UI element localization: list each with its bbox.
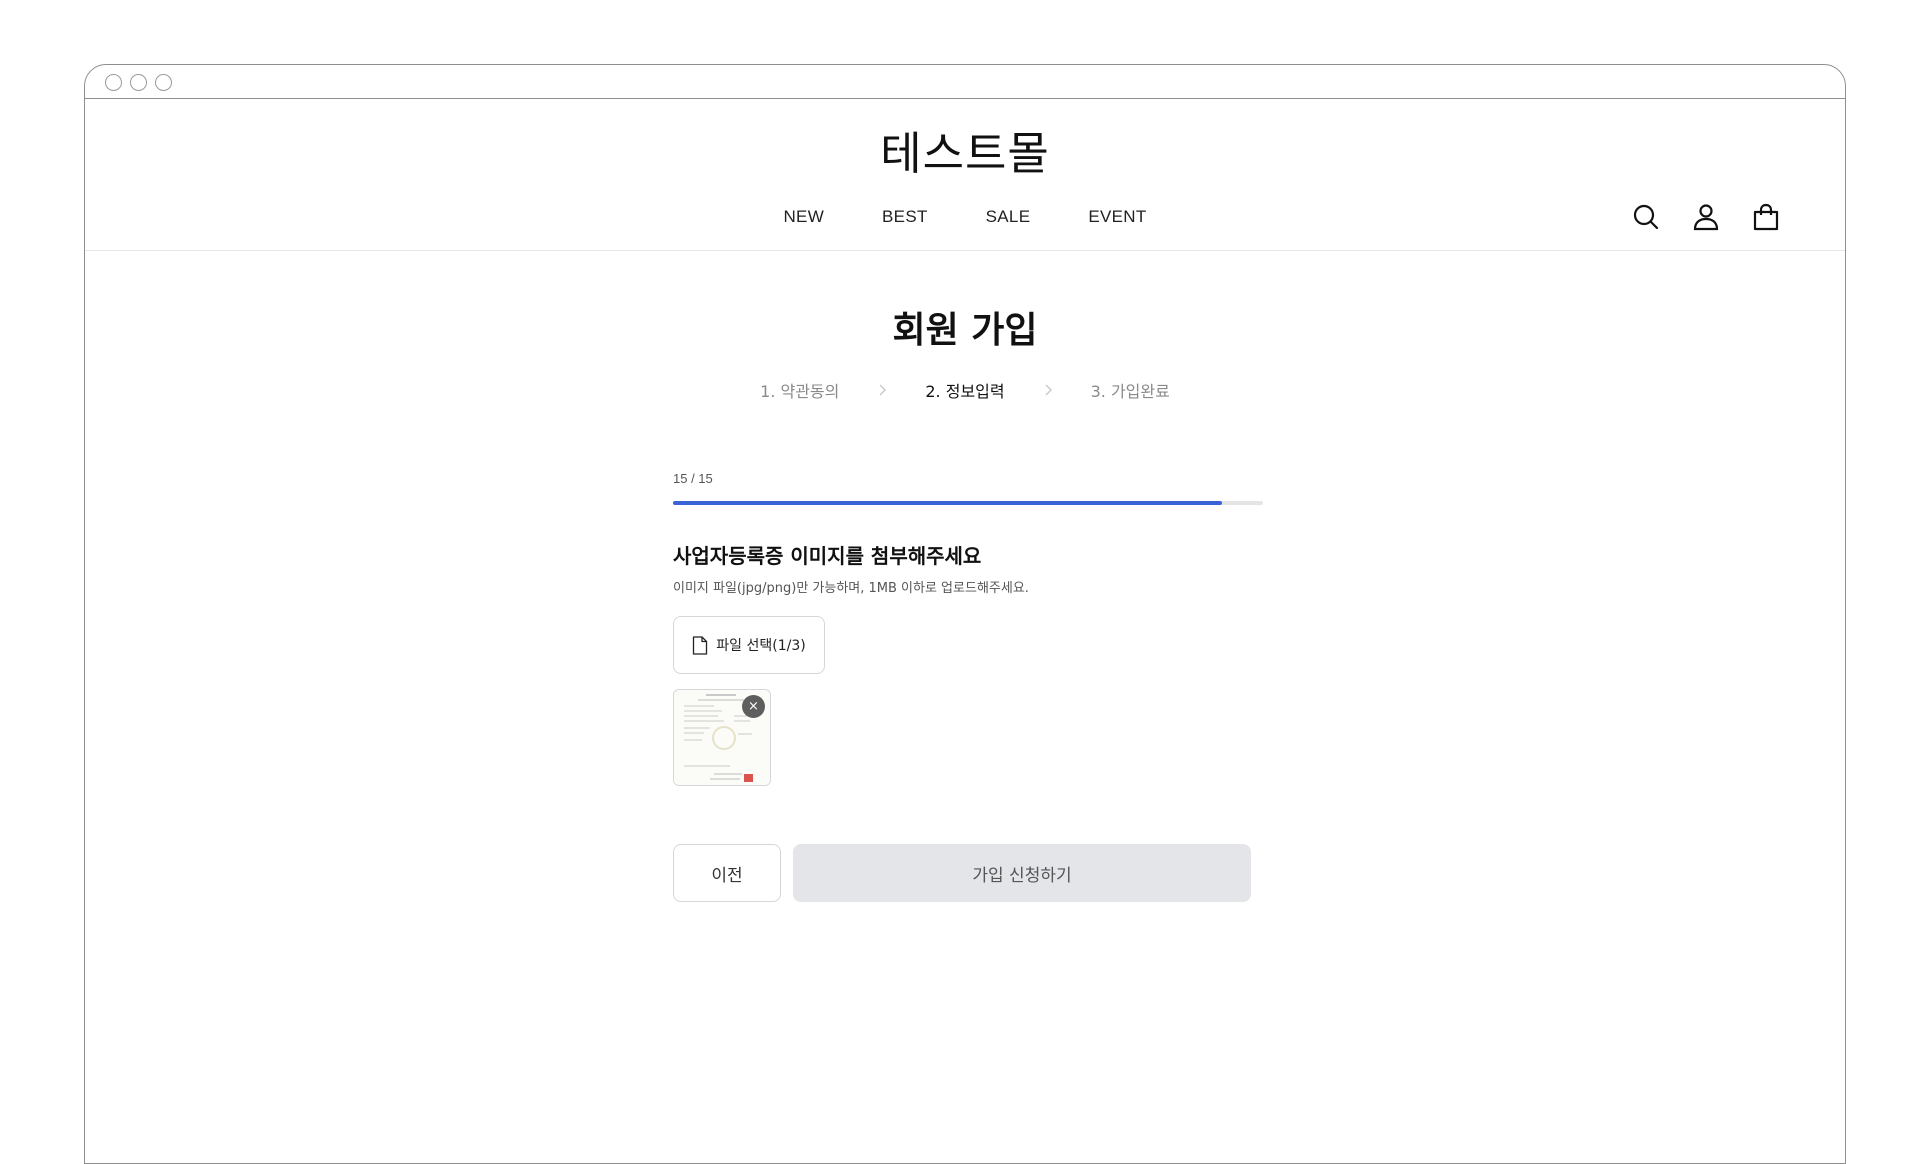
prev-button[interactable]: 이전	[673, 844, 781, 902]
signup-steps: 1. 약관동의 2. 정보입력 3. 가입완료	[85, 378, 1845, 402]
form-actions: 이전 가입 신청하기	[673, 844, 1263, 902]
uploaded-image-thumbnail[interactable]: ×	[673, 689, 771, 786]
file-select-label: 파일 선택(1/3)	[716, 638, 806, 654]
nav-item-event[interactable]: EVENT	[1059, 207, 1175, 227]
nav-item-new[interactable]: NEW	[754, 207, 853, 227]
header-icons	[1631, 202, 1781, 232]
shopping-bag-icon[interactable]	[1751, 202, 1781, 232]
progress-label: 15 / 15	[673, 471, 713, 486]
window-close-dot[interactable]	[105, 74, 122, 91]
question-hint: 이미지 파일(jpg/png)만 가능하며, 1MB 이하로 업로드해주세요.	[673, 581, 1029, 596]
progress-bar	[673, 501, 1263, 505]
user-icon[interactable]	[1691, 202, 1721, 232]
chevron-right-icon	[879, 384, 887, 396]
window-titlebar	[85, 65, 1845, 99]
site-header: 테스트몰 NEW BEST SALE EVENT	[85, 99, 1845, 251]
chevron-right-icon	[1045, 384, 1052, 396]
file-select-button[interactable]: 파일 선택(1/3)	[673, 616, 825, 674]
window-minimize-dot[interactable]	[130, 74, 147, 91]
step-info: 2. 정보입력	[925, 382, 1005, 401]
search-icon[interactable]	[1631, 202, 1661, 232]
browser-window: 테스트몰 NEW BEST SALE EVENT 회원 가입 1. 약관동의 2…	[84, 64, 1846, 1164]
site-logo[interactable]: 테스트몰	[85, 117, 1845, 182]
file-icon	[693, 635, 708, 655]
submit-signup-button[interactable]: 가입 신청하기	[793, 844, 1251, 902]
step-complete: 3. 가입완료	[1090, 382, 1170, 401]
window-maximize-dot[interactable]	[155, 74, 172, 91]
nav-item-sale[interactable]: SALE	[957, 207, 1060, 227]
main-nav: NEW BEST SALE EVENT	[85, 207, 1845, 227]
remove-image-button[interactable]: ×	[742, 695, 765, 718]
main-content: 회원 가입 1. 약관동의 2. 정보입력 3. 가입완료 15 / 15 사업…	[85, 251, 1845, 902]
progress-fill	[673, 501, 1222, 505]
page-title: 회원 가입	[892, 310, 1038, 351]
step-terms: 1. 약관동의	[760, 382, 840, 401]
nav-item-best[interactable]: BEST	[853, 207, 957, 227]
question-heading: 사업자등록증 이미지를 첨부해주세요	[673, 544, 982, 568]
signup-form: 15 / 15 사업자등록증 이미지를 첨부해주세요 이미지 파일(jpg/pn…	[673, 471, 1263, 902]
